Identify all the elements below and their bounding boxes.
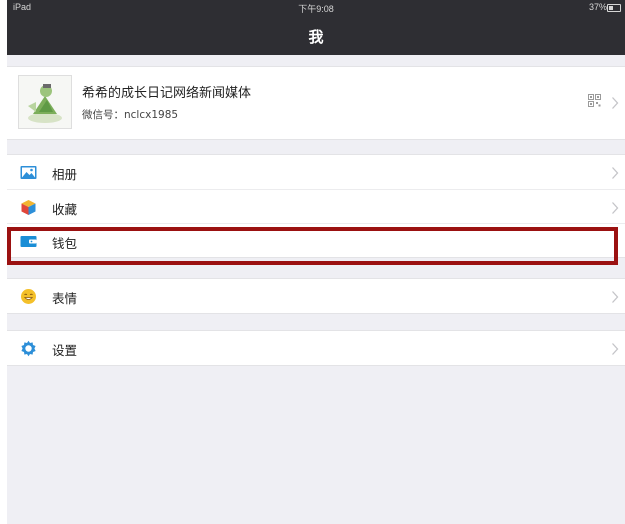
profile-name: 希希的成长日记网络新闻媒体: [82, 86, 252, 101]
status-time: 下午9:08: [298, 4, 334, 14]
ipad-screen: iPad 下午9:08 37% 我 希希的成长日记网络新闻媒体 微信号：nclc…: [7, 0, 625, 524]
settings-gear-icon: [21, 340, 36, 357]
menu-label-emoji: 表情: [52, 291, 78, 306]
battery-icon: [607, 4, 621, 12]
qr-code-icon[interactable]: [588, 94, 601, 107]
profile-card[interactable]: 希希的成长日记网络新闻媒体 微信号：nclcx1985: [7, 66, 625, 140]
screenshot: iPad 下午9:08 37% 我 希希的成长日记网络新闻媒体 微信号：nclc…: [0, 0, 625, 524]
chevron-right-icon: [612, 202, 619, 214]
menu-group-2: 表情: [7, 278, 625, 314]
album-icon: [20, 166, 37, 179]
menu-label-wallet: 钱包: [52, 236, 78, 251]
menu-item-album[interactable]: 相册: [7, 155, 625, 189]
menu-item-wallet[interactable]: 钱包: [7, 223, 625, 257]
menu-group-1: 相册 收藏 钱包: [7, 154, 625, 258]
chevron-right-icon: [612, 291, 619, 303]
chevron-right-icon: [612, 97, 619, 109]
avatar[interactable]: [18, 75, 72, 129]
menu-item-settings[interactable]: 设置: [7, 331, 625, 365]
avatar-image: [19, 76, 71, 128]
battery-percent: 37%: [588, 2, 607, 12]
chevron-right-icon: [612, 343, 619, 355]
menu-item-favorites[interactable]: 收藏: [7, 189, 625, 223]
wechat-id: 微信号：nclcx1985: [82, 109, 179, 121]
menu-label-favorites: 收藏: [52, 202, 78, 217]
navigation-bar: iPad 下午9:08 37% 我: [7, 0, 625, 55]
favorites-cube-icon: [21, 200, 36, 215]
page-title: 我: [308, 28, 324, 46]
menu-label-album: 相册: [52, 167, 78, 182]
chevron-right-icon: [612, 167, 619, 179]
menu-item-emoji[interactable]: 表情: [7, 279, 625, 313]
emoji-smiley-icon: [21, 289, 36, 304]
menu-group-3: 设置: [7, 330, 625, 366]
wallet-icon: [20, 236, 37, 247]
menu-label-settings: 设置: [52, 343, 78, 358]
